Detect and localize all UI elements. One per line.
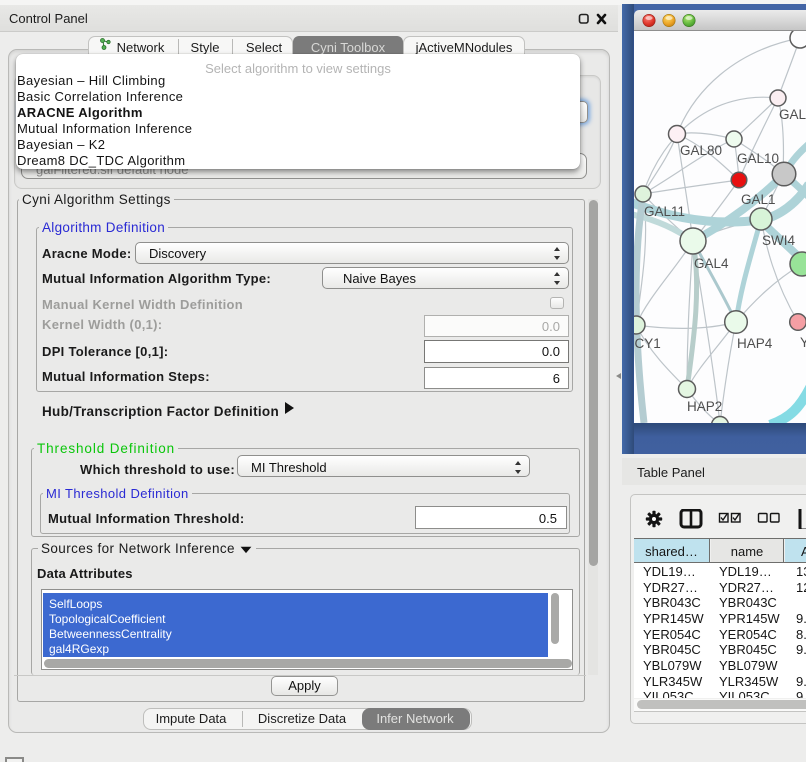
svg-text:Y: Y	[800, 335, 806, 350]
svg-text:GAL4: GAL4	[694, 256, 729, 271]
svg-text:HAP4: HAP4	[737, 336, 773, 351]
svg-text:SWI4: SWI4	[762, 233, 795, 248]
svg-text:GAL11: GAL11	[644, 204, 685, 219]
svg-text:GAL1: GAL1	[741, 192, 776, 207]
svg-text:GAL10: GAL10	[737, 151, 779, 166]
svg-text:GAL80: GAL80	[680, 143, 722, 158]
svg-text:GCY1: GCY1	[634, 336, 661, 351]
svg-text:HAP2: HAP2	[687, 399, 722, 414]
svg-text:GAL7: GAL7	[779, 107, 806, 122]
